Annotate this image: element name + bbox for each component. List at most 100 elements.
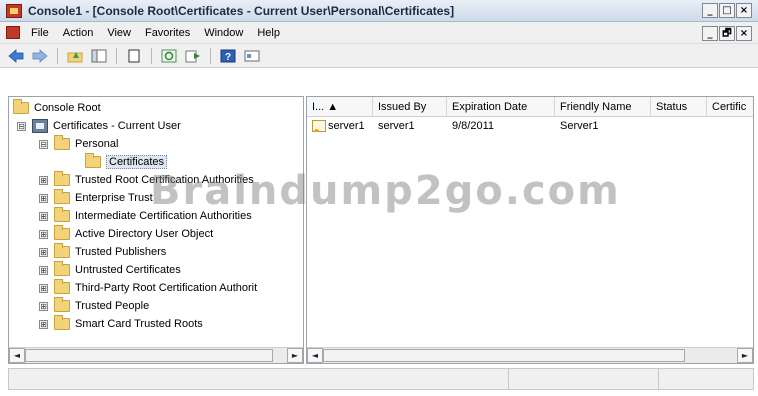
folder-icon [54, 243, 70, 258]
tree-item-certificates-current-user[interactable]: ⊟ Certificates - Current User [17, 117, 181, 135]
toolbar-separator [210, 47, 211, 64]
scroll-thumb[interactable] [323, 349, 685, 362]
minimize-button[interactable]: _ [702, 3, 718, 18]
results-list-pane[interactable]: I... ▲ Issued By Expiration Date Friendl… [306, 96, 754, 364]
tree-item-trusted-publishers[interactable]: ⊞ Trusted Publishers [39, 243, 166, 261]
list-horizontal-scrollbar[interactable]: ◄ ► [307, 347, 753, 363]
list-header: I... ▲ Issued By Expiration Date Friendl… [307, 97, 753, 117]
back-arrow-icon[interactable] [6, 47, 26, 65]
cell-issued-to-text: server1 [328, 120, 365, 132]
collapse-icon[interactable]: ⊟ [17, 121, 26, 131]
up-folder-icon[interactable] [65, 47, 85, 65]
show-hide-tree-icon[interactable] [89, 47, 109, 65]
tree-item-label: Trusted Publishers [75, 246, 167, 258]
expand-icon[interactable]: ⊞ [39, 193, 48, 203]
tree-item-certificates[interactable]: Certificates [85, 153, 168, 171]
toolbar-separator [116, 47, 117, 64]
window-controls: _ □ × [702, 3, 752, 18]
export-list-icon[interactable] [183, 47, 203, 65]
tree-item-label: Personal [75, 138, 119, 150]
folder-icon [54, 135, 70, 150]
column-header-status[interactable]: Status [651, 97, 707, 117]
expand-icon[interactable]: ⊞ [39, 283, 48, 293]
new-window-icon[interactable] [124, 47, 144, 65]
tree-item-label: Console Root [34, 102, 101, 114]
folder-icon [54, 261, 70, 276]
menu-favorites[interactable]: Favorites [138, 27, 197, 39]
folder-icon [54, 315, 70, 330]
column-header-certificate-template[interactable]: Certific [707, 97, 753, 117]
scroll-left-arrow-icon[interactable]: ◄ [307, 348, 323, 363]
expand-icon[interactable]: ⊞ [39, 229, 48, 239]
properties-icon[interactable] [242, 47, 262, 65]
table-row[interactable]: server1 server1 9/8/2011 Server1 [307, 117, 753, 135]
refresh-icon[interactable] [159, 47, 179, 65]
scroll-left-arrow-icon[interactable]: ◄ [9, 348, 25, 363]
cell-expiration-date: 9/8/2011 [452, 120, 495, 132]
cell-friendly-name: Server1 [560, 120, 599, 132]
mdi-close-button[interactable]: × [736, 26, 752, 41]
tree-item-label: Third-Party Root Certification Authorit [75, 282, 258, 294]
folder-icon [54, 189, 70, 204]
folder-icon [13, 99, 29, 114]
folder-icon [54, 207, 70, 222]
title-bar: Console1 - [Console Root\Certificates - … [0, 0, 758, 22]
tree-item-trusted-root-cas[interactable]: ⊞ Trusted Root Certification Authorities [39, 171, 254, 189]
tree-item-enterprise-trust[interactable]: ⊞ Enterprise Trust [39, 189, 153, 207]
scroll-right-arrow-icon[interactable]: ► [287, 348, 303, 363]
toolbar-separator [151, 47, 152, 64]
tree-item-intermediate-cas[interactable]: ⊞ Intermediate Certification Authorities [39, 207, 252, 225]
cell-issued-by: server1 [378, 120, 415, 132]
tree-item-third-party-root-cas[interactable]: ⊞ Third-Party Root Certification Authori… [39, 279, 257, 297]
expand-icon[interactable]: ⊞ [39, 247, 48, 257]
tree-item-personal[interactable]: ⊟ Personal [39, 135, 118, 153]
tree-item-label: Trusted People [75, 300, 150, 312]
expand-icon[interactable]: ⊞ [39, 211, 48, 221]
expand-icon[interactable]: ⊞ [39, 319, 48, 329]
status-pane-secondary [509, 369, 659, 389]
toolbar: ? [0, 44, 758, 68]
menu-file[interactable]: File [24, 27, 56, 39]
tree-item-ad-user-object[interactable]: ⊞ Active Directory User Object [39, 225, 213, 243]
status-pane-main [9, 369, 509, 389]
mdi-restore-button[interactable]: 🗗 [719, 26, 735, 41]
expand-icon[interactable]: ⊞ [39, 265, 48, 275]
tree-item-label: Trusted Root Certification Authorities [75, 174, 254, 186]
help-icon[interactable]: ? [218, 47, 238, 65]
console-tree-pane[interactable]: Console Root ⊟ Certificates - Current Us… [8, 96, 304, 364]
svg-text:?: ? [225, 52, 231, 63]
tree-item-trusted-people[interactable]: ⊞ Trusted People [39, 297, 149, 315]
status-bar [8, 368, 754, 390]
menu-help[interactable]: Help [250, 27, 287, 39]
column-header-issued-to[interactable]: I... ▲ [307, 97, 373, 117]
scroll-right-arrow-icon[interactable]: ► [737, 348, 753, 363]
expand-icon[interactable]: ⊞ [39, 175, 48, 185]
tree-item-label: Certificates - Current User [53, 120, 181, 132]
mdi-minimize-button[interactable]: _ [702, 26, 718, 41]
close-button[interactable]: × [736, 3, 752, 18]
tree-horizontal-scrollbar[interactable]: ◄ ► [9, 347, 303, 363]
tree-item-untrusted-certificates[interactable]: ⊞ Untrusted Certificates [39, 261, 181, 279]
collapse-icon[interactable]: ⊟ [39, 139, 48, 149]
column-header-expiration-date[interactable]: Expiration Date [447, 97, 555, 117]
menu-view[interactable]: View [100, 27, 138, 39]
tree-item-label: Certificates [106, 155, 168, 169]
menu-window[interactable]: Window [197, 27, 250, 39]
cell-issued-to: server1 [307, 120, 373, 132]
forward-arrow-icon[interactable] [30, 47, 50, 65]
status-pane-tertiary [659, 369, 753, 389]
open-folder-icon [85, 153, 101, 168]
toolbar-separator [57, 47, 58, 64]
tree-item-console-root[interactable]: Console Root [13, 99, 101, 117]
tree-item-smart-card-trusted-roots[interactable]: ⊞ Smart Card Trusted Roots [39, 315, 203, 333]
folder-icon [54, 171, 70, 186]
maximize-button[interactable]: □ [719, 3, 735, 18]
column-header-friendly-name[interactable]: Friendly Name [555, 97, 651, 117]
tree-item-label: Intermediate Certification Authorities [75, 210, 252, 222]
column-header-issued-by[interactable]: Issued By [373, 97, 447, 117]
console-menu-icon[interactable] [6, 26, 20, 39]
scroll-thumb[interactable] [25, 349, 273, 362]
menu-action[interactable]: Action [56, 27, 101, 39]
mdi-controls: _ 🗗 × [702, 26, 752, 41]
expand-icon[interactable]: ⊞ [39, 301, 48, 311]
